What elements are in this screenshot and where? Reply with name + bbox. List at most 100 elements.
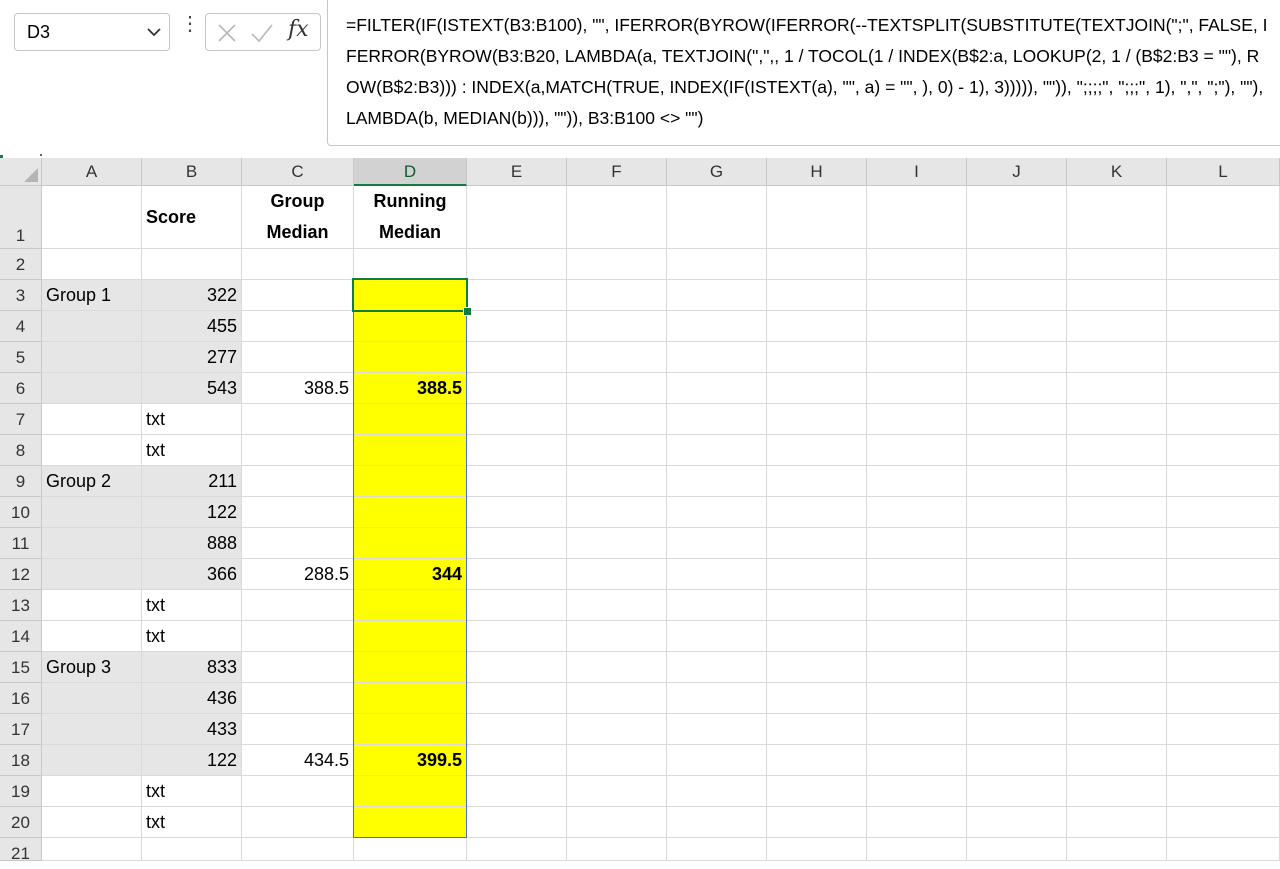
cell-e7[interactable] xyxy=(467,404,567,435)
cell-f12[interactable] xyxy=(567,559,667,590)
cell-c12[interactable]: 288.5 xyxy=(242,559,354,590)
cell-h15[interactable] xyxy=(767,652,867,683)
cell-b18[interactable]: 122 xyxy=(142,745,242,776)
column-header-j[interactable]: J xyxy=(967,158,1067,186)
cell-h21[interactable] xyxy=(767,838,867,861)
cell-l9[interactable] xyxy=(1167,466,1280,497)
cell-b21[interactable] xyxy=(142,838,242,861)
cell-g5[interactable] xyxy=(667,342,767,373)
cell-k18[interactable] xyxy=(1067,745,1167,776)
cell-f7[interactable] xyxy=(567,404,667,435)
cell-g14[interactable] xyxy=(667,621,767,652)
cell-b19[interactable]: txt xyxy=(142,776,242,807)
column-header-h[interactable]: H xyxy=(767,158,867,186)
cell-c20[interactable] xyxy=(242,807,354,838)
cell-a4[interactable] xyxy=(42,311,142,342)
cell-h14[interactable] xyxy=(767,621,867,652)
cell-f2[interactable] xyxy=(567,249,667,280)
cell-l6[interactable] xyxy=(1167,373,1280,404)
row-header-11[interactable]: 11 xyxy=(0,528,42,559)
column-header-i[interactable]: I xyxy=(867,158,967,186)
cell-h4[interactable] xyxy=(767,311,867,342)
column-header-k[interactable]: K xyxy=(1067,158,1167,186)
cell-i7[interactable] xyxy=(867,404,967,435)
cell-i10[interactable] xyxy=(867,497,967,528)
cell-h3[interactable] xyxy=(767,280,867,311)
cell-c15[interactable] xyxy=(242,652,354,683)
cell-g18[interactable] xyxy=(667,745,767,776)
cell-c4[interactable] xyxy=(242,311,354,342)
row-header-12[interactable]: 12 xyxy=(0,559,42,590)
cell-j19[interactable] xyxy=(967,776,1067,807)
cell-d6[interactable]: 388.5 xyxy=(354,373,467,404)
cell-d12[interactable]: 344 xyxy=(354,559,467,590)
cell-b8[interactable]: txt xyxy=(142,435,242,466)
cell-a9[interactable]: Group 2 xyxy=(42,466,142,497)
cell-c19[interactable] xyxy=(242,776,354,807)
cell-f9[interactable] xyxy=(567,466,667,497)
cell-e9[interactable] xyxy=(467,466,567,497)
cell-d5[interactable] xyxy=(354,342,467,373)
cell-b2[interactable] xyxy=(142,249,242,280)
cell-f14[interactable] xyxy=(567,621,667,652)
cell-k21[interactable] xyxy=(1067,838,1167,861)
cell-e11[interactable] xyxy=(467,528,567,559)
row-header-8[interactable]: 8 xyxy=(0,435,42,466)
cell-h7[interactable] xyxy=(767,404,867,435)
cell-f18[interactable] xyxy=(567,745,667,776)
cell-h10[interactable] xyxy=(767,497,867,528)
cell-h6[interactable] xyxy=(767,373,867,404)
cell-d11[interactable] xyxy=(354,528,467,559)
cell-h13[interactable] xyxy=(767,590,867,621)
cell-e18[interactable] xyxy=(467,745,567,776)
cell-g12[interactable] xyxy=(667,559,767,590)
cell-j18[interactable] xyxy=(967,745,1067,776)
cell-e10[interactable] xyxy=(467,497,567,528)
cell-k10[interactable] xyxy=(1067,497,1167,528)
cell-f10[interactable] xyxy=(567,497,667,528)
cell-k4[interactable] xyxy=(1067,311,1167,342)
cell-b13[interactable]: txt xyxy=(142,590,242,621)
cell-i1[interactable] xyxy=(867,186,967,249)
cell-j12[interactable] xyxy=(967,559,1067,590)
cell-h11[interactable] xyxy=(767,528,867,559)
cell-e19[interactable] xyxy=(467,776,567,807)
cell-g2[interactable] xyxy=(667,249,767,280)
cell-i18[interactable] xyxy=(867,745,967,776)
cell-a15[interactable]: Group 3 xyxy=(42,652,142,683)
cell-l18[interactable] xyxy=(1167,745,1280,776)
cell-a7[interactable] xyxy=(42,404,142,435)
cell-c2[interactable] xyxy=(242,249,354,280)
cell-f15[interactable] xyxy=(567,652,667,683)
cell-j10[interactable] xyxy=(967,497,1067,528)
cell-i17[interactable] xyxy=(867,714,967,745)
cell-k3[interactable] xyxy=(1067,280,1167,311)
cell-a8[interactable] xyxy=(42,435,142,466)
row-header-18[interactable]: 18 xyxy=(0,745,42,776)
cell-g1[interactable] xyxy=(667,186,767,249)
cell-d9[interactable] xyxy=(354,466,467,497)
cell-d13[interactable] xyxy=(354,590,467,621)
column-header-c[interactable]: C xyxy=(242,158,354,186)
cell-k2[interactable] xyxy=(1067,249,1167,280)
cell-f4[interactable] xyxy=(567,311,667,342)
cell-l10[interactable] xyxy=(1167,497,1280,528)
cell-h19[interactable] xyxy=(767,776,867,807)
cell-b7[interactable]: txt xyxy=(142,404,242,435)
cell-j7[interactable] xyxy=(967,404,1067,435)
cell-e3[interactable] xyxy=(467,280,567,311)
cell-c7[interactable] xyxy=(242,404,354,435)
cell-f11[interactable] xyxy=(567,528,667,559)
cell-b12[interactable]: 366 xyxy=(142,559,242,590)
cell-g9[interactable] xyxy=(667,466,767,497)
cell-e21[interactable] xyxy=(467,838,567,861)
cell-f8[interactable] xyxy=(567,435,667,466)
cell-i15[interactable] xyxy=(867,652,967,683)
cell-f5[interactable] xyxy=(567,342,667,373)
cell-j4[interactable] xyxy=(967,311,1067,342)
cell-g6[interactable] xyxy=(667,373,767,404)
cell-b16[interactable]: 436 xyxy=(142,683,242,714)
row-header-2[interactable]: 2 xyxy=(0,249,42,280)
cell-c6[interactable]: 388.5 xyxy=(242,373,354,404)
cell-e14[interactable] xyxy=(467,621,567,652)
